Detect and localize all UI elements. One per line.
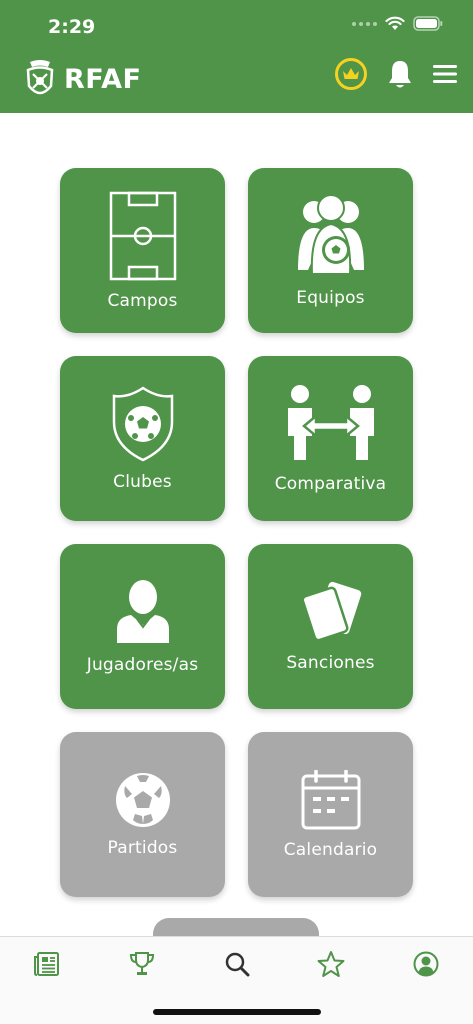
tile-label: Clubes	[113, 471, 172, 492]
header-actions	[335, 58, 457, 90]
calendar-icon	[301, 769, 361, 830]
tab-news[interactable]	[32, 949, 62, 979]
club-shield-icon	[110, 385, 176, 462]
app-header: 2:29 RFAF	[0, 0, 473, 113]
tile-jugadores[interactable]: Jugadores/as	[60, 544, 225, 709]
status-time: 2:29	[48, 16, 96, 38]
team-icon	[296, 193, 366, 278]
tab-search[interactable]	[222, 949, 252, 979]
crown-icon	[343, 68, 359, 79]
tile-label: Jugadores/as	[86, 654, 199, 675]
tile-sanciones[interactable]: Sanciones	[248, 544, 413, 709]
profile-icon	[413, 951, 439, 977]
soccer-ball-icon	[115, 772, 171, 828]
tab-competitions[interactable]	[127, 949, 157, 979]
tile-label: Equipos	[296, 287, 365, 308]
tile-equipos[interactable]: Equipos	[248, 168, 413, 333]
search-icon	[225, 952, 250, 977]
signal-dots-icon	[352, 21, 377, 26]
tile-clubes[interactable]: Clubes	[60, 356, 225, 521]
notifications-bell-icon[interactable]	[387, 59, 413, 89]
tile-calendario[interactable]: Calendario	[248, 732, 413, 897]
tile-partidos[interactable]: Partidos	[60, 732, 225, 897]
tile-label: Partidos	[107, 837, 178, 858]
tile-label: Comparativa	[274, 473, 387, 494]
compare-icon	[286, 384, 376, 464]
premium-button[interactable]	[335, 58, 367, 90]
tab-favorites[interactable]	[316, 949, 346, 979]
tile-campos[interactable]: Campos	[60, 168, 225, 333]
tab-profile[interactable]	[411, 949, 441, 979]
news-icon	[34, 952, 59, 976]
tile-label: Calendario	[283, 839, 378, 860]
star-icon	[317, 951, 345, 977]
trophy-icon	[129, 952, 155, 975]
player-icon	[115, 579, 171, 645]
football-field-icon	[109, 191, 177, 281]
battery-icon	[413, 16, 443, 31]
status-indicators	[352, 16, 443, 31]
brand-name: RFAF	[64, 63, 142, 95]
tile-comparativa[interactable]: Comparativa	[248, 356, 413, 521]
menu-hamburger-icon[interactable]	[433, 64, 457, 84]
tile-label: Sanciones	[286, 652, 375, 673]
home-indicator	[153, 1009, 321, 1015]
rfaf-logo-icon	[26, 60, 54, 95]
wifi-icon	[385, 16, 405, 30]
brand: RFAF	[22, 58, 141, 100]
tile-label: Campos	[107, 290, 178, 311]
cards-icon	[300, 581, 362, 643]
